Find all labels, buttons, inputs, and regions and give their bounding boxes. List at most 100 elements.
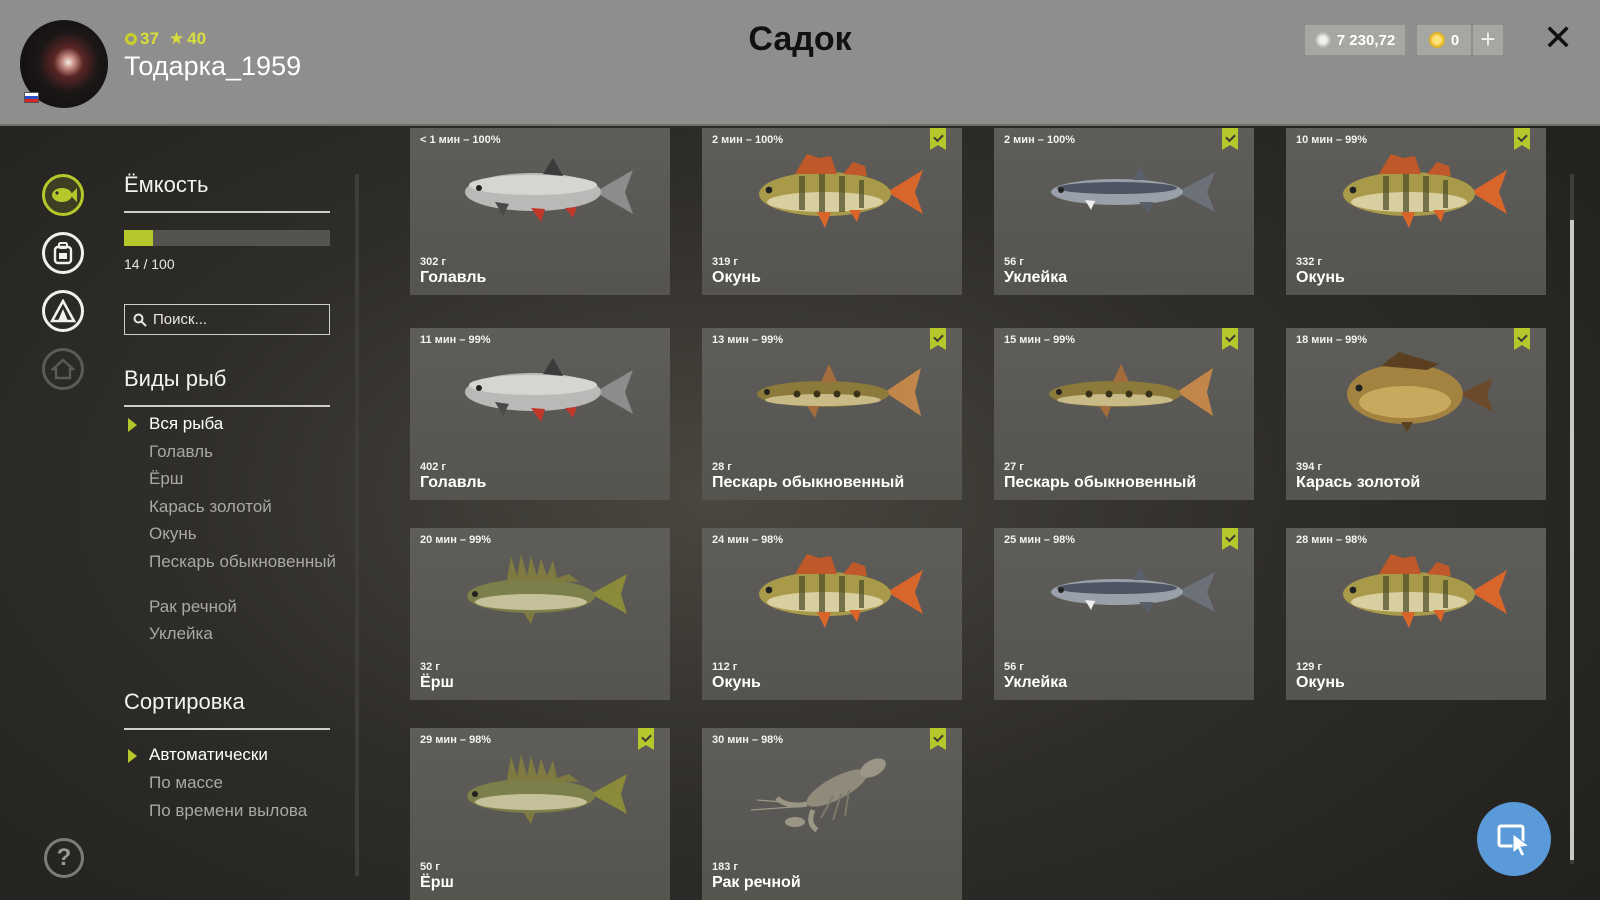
- capacity-bar-fill: [124, 230, 153, 246]
- catch-name: Окунь: [712, 674, 761, 691]
- sort-option[interactable]: По времени вылова: [149, 802, 339, 820]
- catch-time-quality: 15 мин – 99%: [1004, 334, 1076, 346]
- species-divider: [124, 405, 330, 407]
- catch-time-quality: 10 мин – 99%: [1296, 134, 1368, 146]
- capacity-bar: [124, 230, 330, 246]
- capacity-count: 14 / 100: [124, 256, 175, 272]
- catch-time-quality: 29 мин – 98%: [420, 734, 492, 746]
- catch-card[interactable]: 25 мин – 98% 56 г Уклейка: [994, 528, 1254, 700]
- catch-weight: 56 г: [1004, 661, 1024, 673]
- catch-weight: 394 г: [1296, 461, 1322, 473]
- catch-card[interactable]: 18 мин – 99% 394 г Карась золотой: [1286, 328, 1546, 500]
- catch-time-quality: 13 мин – 99%: [712, 334, 784, 346]
- species-item[interactable]: Уклейка: [149, 625, 339, 643]
- bookmark-icon[interactable]: [638, 728, 654, 750]
- sort-option[interactable]: По массе: [149, 774, 339, 792]
- bookmark-icon[interactable]: [1514, 328, 1530, 350]
- chub-fish-image: [465, 158, 633, 222]
- plus-icon[interactable]: +: [1473, 25, 1503, 55]
- sort-option[interactable]: Автоматически: [149, 746, 339, 764]
- chub-fish-image: [465, 358, 633, 422]
- species-item[interactable]: Голавль: [149, 443, 339, 461]
- catch-time-quality: 24 мин – 98%: [712, 534, 784, 546]
- perch-fish-image: [759, 154, 923, 228]
- selected-arrow-icon: [128, 418, 137, 432]
- catch-card[interactable]: < 1 мин – 100% 302 г Голавль: [410, 128, 670, 295]
- silver-coins-icon: [1314, 32, 1331, 48]
- species-item[interactable]: Вся рыба: [149, 415, 339, 433]
- catch-card[interactable]: 28 мин – 98% 129 г Окунь: [1286, 528, 1546, 700]
- bookmark-icon[interactable]: [930, 328, 946, 350]
- species-item[interactable]: Пескарь обыкновенный: [149, 553, 339, 571]
- catch-card[interactable]: 29 мин – 98% 50 г Ёрш: [410, 728, 670, 900]
- species-item[interactable]: Окунь: [149, 525, 339, 543]
- catch-weight: 332 г: [1296, 256, 1322, 268]
- catch-card[interactable]: 11 мин – 99% 402 г Голавль: [410, 328, 670, 500]
- catch-name: Окунь: [1296, 674, 1345, 691]
- catch-card[interactable]: 24 мин – 98% 112 г Окунь: [702, 528, 962, 700]
- panel-scrollbar[interactable]: [355, 174, 359, 876]
- catch-name: Рак речной: [712, 874, 801, 891]
- species-item[interactable]: Карась золотой: [149, 498, 339, 516]
- species-item[interactable]: Ёрш: [149, 470, 339, 488]
- bookmark-icon[interactable]: [1222, 528, 1238, 550]
- species-title: Виды рыб: [124, 366, 227, 391]
- catch-card[interactable]: 13 мин – 99% 28 г Пескарь обыкновенный: [702, 328, 962, 500]
- catch-name: Ёрш: [420, 874, 454, 891]
- catch-card[interactable]: 30 мин – 98% 183 г Рак речной: [702, 728, 962, 900]
- home-icon: [42, 348, 84, 390]
- grid-scrollbar-thumb[interactable]: [1570, 220, 1574, 860]
- search-input[interactable]: Поиск...: [124, 304, 330, 335]
- species-item[interactable]: Рак речной: [149, 598, 339, 616]
- top-bar: 37 ★ 40 Тодарка_1959 Садок 7 230,72 0 + ✕: [0, 0, 1600, 126]
- catch-name: Пескарь обыкновенный: [1004, 474, 1197, 491]
- help-icon[interactable]: ?: [44, 838, 84, 878]
- perch-fish-image: [1343, 554, 1507, 628]
- catch-card[interactable]: 20 мин – 99% 32 г Ёрш: [410, 528, 670, 700]
- bookmark-icon[interactable]: [930, 728, 946, 750]
- catch-weight: 27 г: [1004, 461, 1024, 473]
- tent-icon[interactable]: [42, 290, 84, 332]
- ruffe-fish-image: [467, 554, 627, 624]
- search-icon: [133, 313, 147, 327]
- catch-time-quality: 2 мин – 100%: [712, 134, 784, 146]
- catch-name: Карась золотой: [1296, 474, 1421, 491]
- bookmark-icon[interactable]: [1222, 128, 1238, 150]
- crayfish-fish-image: [750, 758, 886, 832]
- catch-name: Уклейка: [1004, 674, 1068, 691]
- bookmark-icon[interactable]: [1222, 328, 1238, 350]
- catch-name: Окунь: [712, 269, 761, 286]
- catch-name: Уклейка: [1004, 269, 1068, 286]
- perch-fish-image: [759, 554, 923, 628]
- bookmark-icon[interactable]: [930, 128, 946, 150]
- catch-card[interactable]: 10 мин – 99% 332 г Окунь: [1286, 128, 1546, 295]
- catch-name: Ёрш: [420, 674, 454, 691]
- catch-card[interactable]: 15 мин – 99% 27 г Пескарь обыкновенный: [994, 328, 1254, 500]
- gold-balance: 0: [1417, 25, 1471, 55]
- ruffe-fish-image: [467, 754, 627, 824]
- bleak-fish-image: [1051, 166, 1215, 214]
- russia-flag-icon: [24, 92, 39, 103]
- carp-fish-image: [1347, 352, 1493, 432]
- catch-weight: 302 г: [420, 256, 446, 268]
- bleak-fish-image: [1051, 566, 1215, 614]
- catch-time-quality: 20 мин – 99%: [420, 534, 492, 546]
- catch-weight: 56 г: [1004, 256, 1024, 268]
- catch-weight: 28 г: [712, 461, 732, 473]
- backpack-icon[interactable]: [42, 232, 84, 274]
- catch-weight: 112 г: [712, 661, 738, 673]
- gold-coins-icon: [1428, 32, 1445, 48]
- catch-card[interactable]: 2 мин – 100% 319 г Окунь: [702, 128, 962, 295]
- bookmark-icon[interactable]: [1514, 128, 1530, 150]
- close-icon[interactable]: ✕: [1543, 18, 1573, 58]
- catch-time-quality: 30 мин – 98%: [712, 734, 784, 746]
- capacity-title: Ёмкость: [124, 172, 209, 197]
- cursor-icon[interactable]: [1477, 802, 1551, 876]
- catch-card[interactable]: 2 мин – 100% 56 г Уклейка: [994, 128, 1254, 295]
- fish-icon[interactable]: [42, 174, 84, 216]
- search-placeholder: Поиск...: [153, 311, 208, 328]
- selected-arrow-icon: [128, 749, 137, 763]
- catch-time-quality: 25 мин – 98%: [1004, 534, 1076, 546]
- catch-name: Пескарь обыкновенный: [712, 474, 905, 491]
- catch-time-quality: 11 мин – 99%: [420, 334, 491, 346]
